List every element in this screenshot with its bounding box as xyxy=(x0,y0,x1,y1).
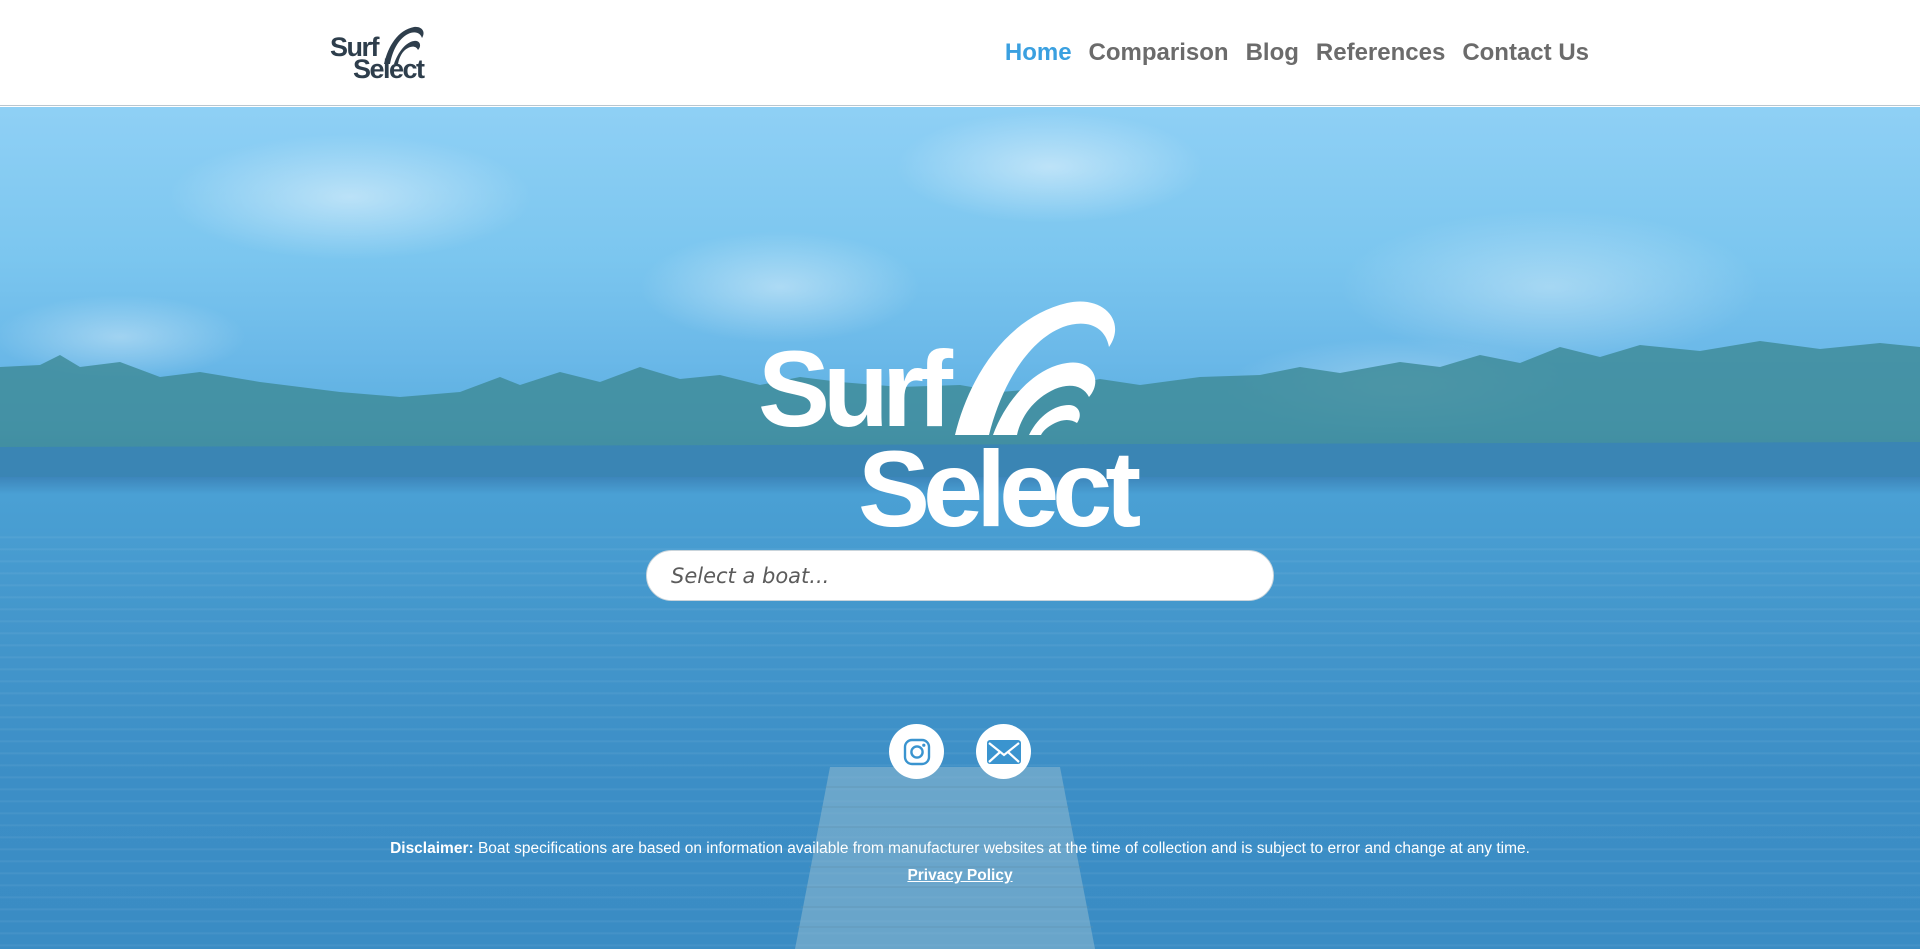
site-logo[interactable]: Surf Select xyxy=(330,24,426,84)
wave-logo-icon xyxy=(955,301,1116,435)
main-nav: Home Comparison Blog References Contact … xyxy=(1005,38,1589,68)
privacy-policy-link[interactable]: Privacy Policy xyxy=(907,867,1012,884)
hero-logo-text-surf: Surf xyxy=(758,328,953,449)
email-button[interactable] xyxy=(976,724,1031,779)
nav-item-blog[interactable]: Blog xyxy=(1246,38,1299,68)
logo-text-select: Select xyxy=(353,54,425,84)
disclaimer-label: Disclaimer: xyxy=(390,840,474,857)
nav-item-contact-us[interactable]: Contact Us xyxy=(1462,38,1589,68)
email-icon xyxy=(986,739,1021,764)
disclaimer-body: Boat specifications are based on informa… xyxy=(473,840,1530,857)
instagram-button[interactable] xyxy=(889,724,944,779)
hero-logo-text-select: Select xyxy=(858,428,1141,549)
nav-item-comparison[interactable]: Comparison xyxy=(1089,38,1229,68)
instagram-icon xyxy=(903,738,930,765)
site-header: Surf Select Home Comparison Blog Referen… xyxy=(0,0,1920,106)
nav-item-home[interactable]: Home xyxy=(1005,38,1072,68)
hero-section: Surf Select Disclaimer: Boat specificati… xyxy=(0,107,1920,949)
nav-item-references[interactable]: References xyxy=(1316,38,1445,68)
disclaimer-text: Disclaimer: Boat specifications are base… xyxy=(0,839,1920,859)
boat-search-input[interactable] xyxy=(646,550,1274,601)
privacy-policy-container: Privacy Policy xyxy=(0,867,1920,885)
hero-logo: Surf Select xyxy=(755,297,1175,543)
